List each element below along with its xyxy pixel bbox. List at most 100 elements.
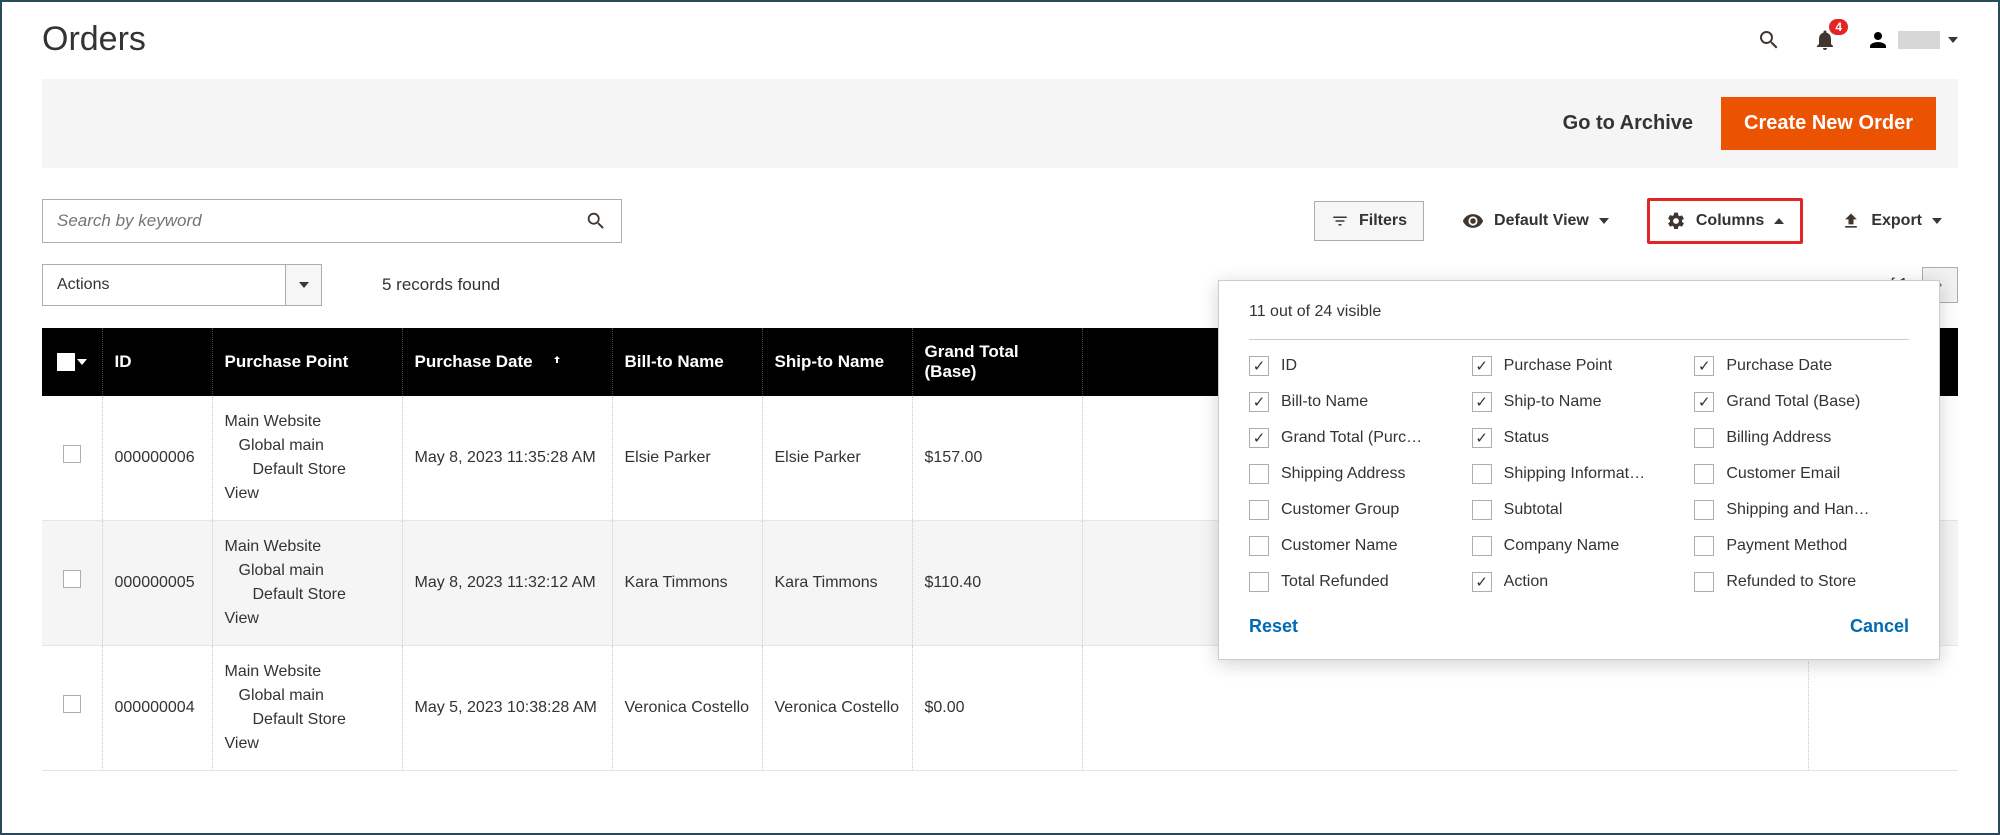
columns-reset-link[interactable]: Reset: [1249, 616, 1298, 637]
th-purchase-date[interactable]: Purchase Date: [402, 328, 612, 396]
search-input[interactable]: [57, 211, 585, 231]
cell-purchase-date: May 8, 2023 11:32:12 AM: [402, 521, 612, 646]
export-button[interactable]: Export: [1825, 201, 1958, 241]
column-toggle[interactable]: Refunded to Store: [1694, 572, 1909, 592]
column-toggle-label: Shipping Address: [1281, 465, 1406, 483]
checkbox[interactable]: [1249, 428, 1269, 448]
checkbox[interactable]: [1472, 500, 1492, 520]
row-checkbox[interactable]: [63, 445, 81, 463]
th-select-all[interactable]: [42, 328, 102, 396]
column-toggle[interactable]: Purchase Point: [1472, 356, 1687, 376]
column-toggle-label: Status: [1504, 429, 1549, 447]
column-toggle[interactable]: Billing Address: [1694, 428, 1909, 448]
column-toggle-label: Shipping Informat…: [1504, 465, 1645, 483]
column-toggle[interactable]: Payment Method: [1694, 536, 1909, 556]
account-menu[interactable]: [1866, 28, 1958, 52]
columns-button[interactable]: Columns: [1647, 198, 1803, 244]
chevron-down-icon: [1948, 37, 1958, 43]
cell-transaction: [1808, 646, 1958, 771]
cell-bill-to: Veronica Costello: [612, 646, 762, 771]
cell-purchase-point: Main WebsiteGlobal mainDefault StoreView: [212, 646, 402, 771]
column-toggle[interactable]: Company Name: [1472, 536, 1687, 556]
checkbox[interactable]: [1694, 392, 1714, 412]
notifications-icon[interactable]: 4: [1810, 25, 1840, 55]
filters-button[interactable]: Filters: [1314, 201, 1424, 241]
chevron-down-icon: [1932, 218, 1942, 224]
th-ship-to[interactable]: Ship-to Name: [762, 328, 912, 396]
row-checkbox[interactable]: [63, 695, 81, 713]
checkbox[interactable]: [1694, 536, 1714, 556]
checkbox[interactable]: [1249, 572, 1269, 592]
mass-actions-trigger[interactable]: [285, 265, 321, 305]
columns-panel: 11 out of 24 visible IDPurchase PointPur…: [1218, 280, 1940, 660]
cell-grand-total: $157.00: [912, 396, 1082, 521]
column-toggle[interactable]: Customer Email: [1694, 464, 1909, 484]
row-checkbox[interactable]: [63, 570, 81, 588]
column-toggle[interactable]: Shipping Address: [1249, 464, 1464, 484]
cell-purchase-date: May 5, 2023 10:38:28 AM: [402, 646, 612, 771]
column-toggle-label: Payment Method: [1726, 537, 1847, 555]
search-input-wrap[interactable]: [42, 199, 622, 243]
chevron-down-icon: [299, 282, 309, 288]
checkbox[interactable]: [1694, 356, 1714, 376]
column-toggle[interactable]: Grand Total (Purc…: [1249, 428, 1464, 448]
th-id[interactable]: ID: [102, 328, 212, 396]
column-toggle-label: Total Refunded: [1281, 573, 1389, 591]
column-toggle-label: Purchase Point: [1504, 357, 1613, 375]
page-header: Orders 4: [2, 2, 1998, 69]
eye-icon: [1462, 210, 1484, 232]
checkbox[interactable]: [1249, 464, 1269, 484]
checkbox[interactable]: [1249, 392, 1269, 412]
search-icon[interactable]: [1754, 25, 1784, 55]
column-toggle[interactable]: Action: [1472, 572, 1687, 592]
checkbox[interactable]: [1472, 536, 1492, 556]
cell-purchase-point: Main WebsiteGlobal mainDefault StoreView: [212, 396, 402, 521]
th-grand-total-base[interactable]: Grand Total (Base): [912, 328, 1082, 396]
column-toggle[interactable]: Purchase Date: [1694, 356, 1909, 376]
action-bar: Go to Archive Create New Order: [42, 79, 1958, 168]
checkbox[interactable]: [1694, 572, 1714, 592]
column-toggle-label: Customer Group: [1281, 501, 1399, 519]
search-icon[interactable]: [585, 210, 607, 232]
th-purchase-point[interactable]: Purchase Point: [212, 328, 402, 396]
column-toggle-label: Billing Address: [1726, 429, 1831, 447]
column-toggle-label: Customer Email: [1726, 465, 1840, 483]
cell-purchase-point: Main WebsiteGlobal mainDefault StoreView: [212, 521, 402, 646]
columns-cancel-link[interactable]: Cancel: [1850, 616, 1909, 637]
default-view-button[interactable]: Default View: [1446, 200, 1625, 242]
default-view-label: Default View: [1494, 212, 1589, 230]
column-toggle[interactable]: Customer Group: [1249, 500, 1464, 520]
column-toggle-label: Ship-to Name: [1504, 393, 1602, 411]
table-row[interactable]: 000000004Main WebsiteGlobal mainDefault …: [42, 646, 1958, 771]
column-toggle[interactable]: Total Refunded: [1249, 572, 1464, 592]
th-bill-to[interactable]: Bill-to Name: [612, 328, 762, 396]
go-to-archive-link[interactable]: Go to Archive: [1563, 112, 1693, 135]
checkbox[interactable]: [1472, 392, 1492, 412]
create-new-order-button[interactable]: Create New Order: [1721, 97, 1936, 150]
column-toggle[interactable]: Shipping and Han…: [1694, 500, 1909, 520]
checkbox[interactable]: [1472, 428, 1492, 448]
checkbox[interactable]: [1472, 464, 1492, 484]
column-toggle[interactable]: Ship-to Name: [1472, 392, 1687, 412]
column-toggle[interactable]: Grand Total (Base): [1694, 392, 1909, 412]
checkbox[interactable]: [1694, 428, 1714, 448]
notification-badge: 4: [1829, 19, 1848, 35]
column-toggle[interactable]: Subtotal: [1472, 500, 1687, 520]
upload-icon: [1841, 211, 1861, 231]
column-toggle-label: Refunded to Store: [1726, 573, 1856, 591]
checkbox[interactable]: [1249, 536, 1269, 556]
checkbox[interactable]: [1472, 356, 1492, 376]
checkbox[interactable]: [1694, 464, 1714, 484]
column-toggle[interactable]: Shipping Informat…: [1472, 464, 1687, 484]
cell-id: 000000004: [102, 646, 212, 771]
checkbox[interactable]: [1472, 572, 1492, 592]
column-toggle[interactable]: ID: [1249, 356, 1464, 376]
mass-actions-select[interactable]: Actions: [42, 264, 322, 306]
column-toggle[interactable]: Bill-to Name: [1249, 392, 1464, 412]
checkbox[interactable]: [1694, 500, 1714, 520]
cell-ship-to: Elsie Parker: [762, 396, 912, 521]
column-toggle[interactable]: Customer Name: [1249, 536, 1464, 556]
column-toggle[interactable]: Status: [1472, 428, 1687, 448]
checkbox[interactable]: [1249, 356, 1269, 376]
checkbox[interactable]: [1249, 500, 1269, 520]
